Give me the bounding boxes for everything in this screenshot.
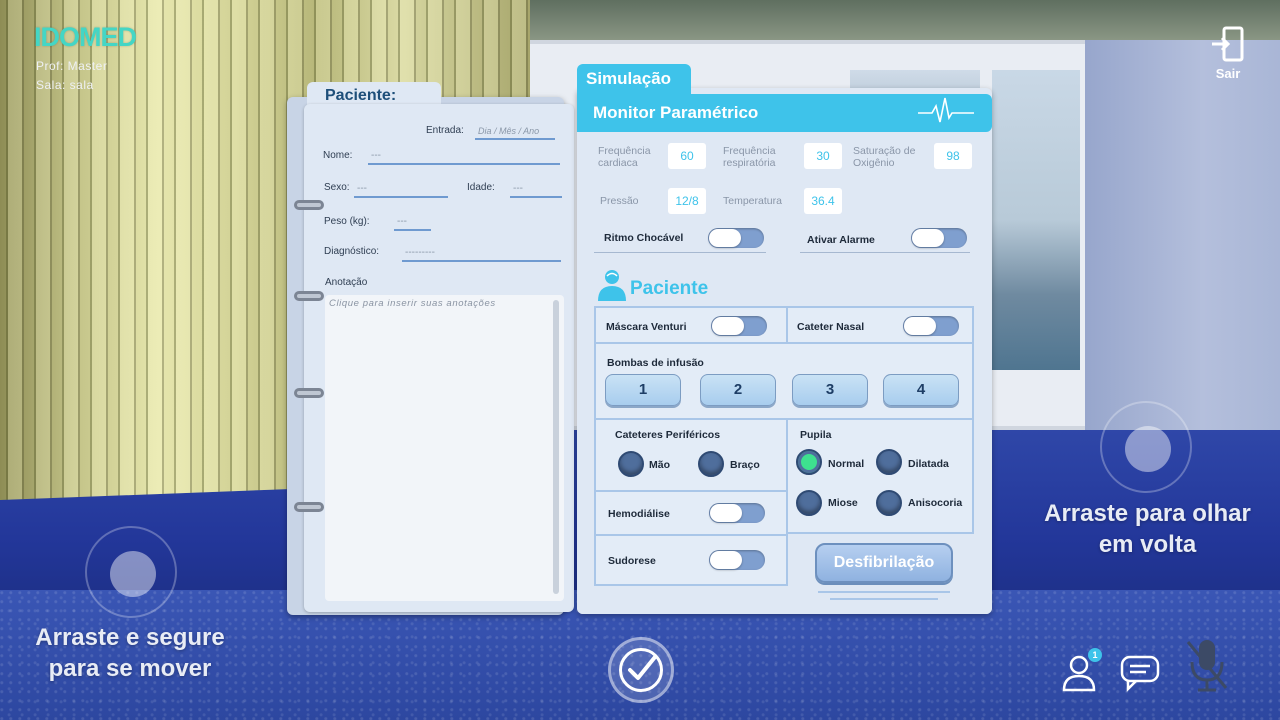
- diagnostico-field[interactable]: ---------: [402, 246, 561, 262]
- pump-button-4[interactable]: 4: [883, 374, 959, 406]
- desfibrilacao-button[interactable]: Desfibrilação: [815, 543, 953, 583]
- cateteres-label: Cateteres Periféricos: [615, 429, 721, 441]
- pupila-normal-label: Normal: [828, 458, 865, 470]
- pupila-dilatada-radio[interactable]: [876, 449, 902, 475]
- desfibrilacao-underline: [830, 598, 938, 600]
- anotacao-label: Anotação: [325, 277, 368, 288]
- exit-label: Sair: [1215, 66, 1241, 81]
- desfibrilacao-underline: [818, 591, 950, 593]
- diagnostico-label: Diagnóstico:: [324, 246, 380, 257]
- users-badge: 1: [1088, 648, 1102, 662]
- sudorese-toggle[interactable]: [709, 550, 765, 570]
- pump-button-3[interactable]: 3: [792, 374, 868, 406]
- cateter-mao-label: Mão: [649, 459, 670, 471]
- divider: [594, 252, 766, 253]
- chat-icon[interactable]: [1120, 654, 1160, 692]
- anotacao-placeholder: Clique para inserir suas anotações: [329, 298, 496, 309]
- mascara-venturi-label: Máscara Venturi: [606, 321, 687, 333]
- move-hint: Arraste e segure para se mover: [35, 624, 225, 682]
- pressao-label: Pressão: [600, 195, 639, 207]
- window-view: [992, 70, 1080, 370]
- pupila-anisocoria-label: Anisocoria: [908, 497, 963, 509]
- mascara-venturi-toggle[interactable]: [711, 316, 767, 336]
- cateter-braco-radio[interactable]: [698, 451, 724, 477]
- patient-card-title: Paciente:: [325, 87, 397, 104]
- peso-label: Peso (kg):: [324, 216, 370, 227]
- ritmo-chocavel-label: Ritmo Chocável: [604, 232, 684, 244]
- pump-button-2[interactable]: 2: [700, 374, 776, 406]
- binder-ring: [294, 291, 324, 301]
- professor-label: Prof: Master: [36, 59, 108, 73]
- brand-logo: IDOMED: [34, 22, 137, 52]
- mic-muted-icon[interactable]: [1184, 638, 1230, 694]
- room-label: Sala: sala: [36, 78, 94, 92]
- exit-button[interactable]: Sair: [1200, 26, 1256, 81]
- temperatura-value[interactable]: 36.4: [804, 188, 842, 214]
- hemodialise-toggle[interactable]: [709, 503, 765, 523]
- ativar-alarme-toggle[interactable]: [911, 228, 967, 248]
- freq-cardiaca-label: Frequência cardiaca: [598, 145, 651, 169]
- saturacao-value[interactable]: 98: [934, 143, 972, 169]
- binder-ring: [294, 502, 324, 512]
- anotacao-textarea[interactable]: [325, 295, 564, 601]
- temperatura-label: Temperatura: [723, 195, 782, 207]
- pupila-normal-radio[interactable]: [796, 449, 822, 475]
- anotacao-scrollbar[interactable]: [553, 300, 559, 594]
- pupila-label: Pupila: [800, 429, 832, 441]
- look-joystick[interactable]: [1100, 401, 1192, 493]
- exit-door-icon: [1212, 26, 1244, 62]
- sudorese-label: Sudorese: [608, 555, 656, 567]
- pupila-anisocoria-radio[interactable]: [876, 490, 902, 516]
- pupila-miose-radio[interactable]: [796, 490, 822, 516]
- confirm-button[interactable]: [608, 637, 674, 703]
- sexo-field[interactable]: ---: [354, 182, 448, 198]
- move-joystick[interactable]: [85, 526, 177, 618]
- pressao-value[interactable]: 12/8: [668, 188, 706, 214]
- saturacao-label: Saturação de Oxigênio: [853, 145, 916, 169]
- binder-ring: [294, 200, 324, 210]
- divider: [800, 252, 970, 253]
- idade-label: Idade:: [467, 182, 495, 193]
- idade-field[interactable]: ---: [510, 182, 562, 198]
- entrada-label: Entrada:: [426, 125, 464, 136]
- paciente-title: Paciente: [630, 278, 709, 299]
- ativar-alarme-label: Ativar Alarme: [807, 234, 875, 246]
- cateter-mao-radio[interactable]: [618, 451, 644, 477]
- pupila-miose-label: Miose: [828, 497, 858, 509]
- binder-ring: [294, 388, 324, 398]
- freq-respiratoria-value[interactable]: 30: [804, 143, 842, 169]
- sexo-label: Sexo:: [324, 182, 350, 193]
- right-wall: [1085, 40, 1280, 440]
- ecg-icon: [918, 97, 974, 123]
- peso-field[interactable]: ---: [394, 215, 431, 231]
- ritmo-chocavel-toggle[interactable]: [708, 228, 764, 248]
- pump-button-1[interactable]: 1: [605, 374, 681, 406]
- nome-field[interactable]: ---: [368, 149, 560, 165]
- hemodialise-label: Hemodiálise: [608, 508, 670, 520]
- patient-icon: [598, 270, 626, 301]
- cateter-nasal-label: Cateter Nasal: [797, 321, 865, 333]
- entrada-field[interactable]: Dia / Mês / Ano: [475, 124, 555, 140]
- nome-label: Nome:: [323, 150, 353, 161]
- freq-respiratoria-label: Frequência respiratória: [723, 145, 776, 169]
- cateter-braco-label: Braço: [730, 459, 760, 471]
- cateter-nasal-toggle[interactable]: [903, 316, 959, 336]
- look-hint: Arraste para olhar em volta: [1044, 500, 1251, 558]
- monitor-title: Monitor Paramétrico: [593, 103, 759, 122]
- simulation-tab-label: Simulação: [586, 69, 672, 88]
- freq-cardiaca-value[interactable]: 60: [668, 143, 706, 169]
- check-icon: [628, 655, 657, 680]
- bombas-label: Bombas de infusão: [607, 357, 704, 369]
- pupila-dilatada-label: Dilatada: [908, 458, 949, 470]
